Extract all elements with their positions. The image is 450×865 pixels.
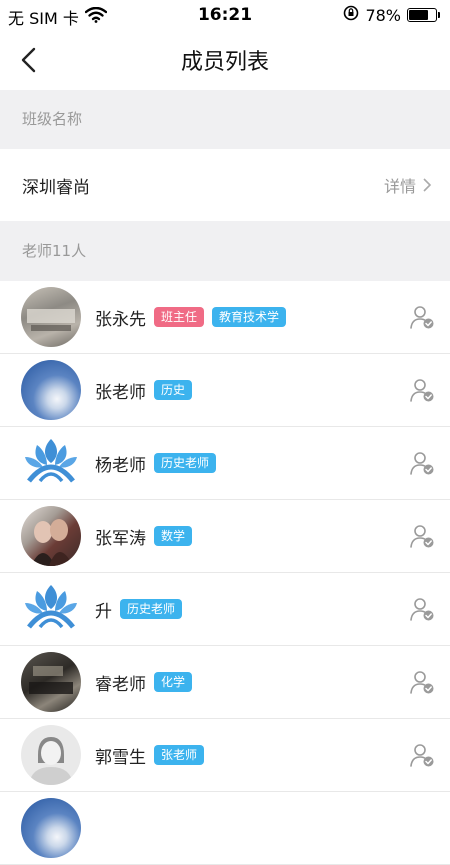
details-label: 详情 bbox=[383, 177, 416, 196]
user-check-icon[interactable] bbox=[408, 449, 436, 477]
member-row[interactable]: 郭雪生 张老师 bbox=[0, 719, 450, 792]
subject-tag: 历史 bbox=[154, 380, 193, 400]
member-row[interactable]: 张军涛 数学 bbox=[0, 500, 450, 573]
member-name: 张老师 bbox=[95, 382, 146, 403]
lotus-logo-icon bbox=[21, 579, 81, 639]
status-right: 78% bbox=[343, 5, 440, 25]
nav-bar: 成员列表 bbox=[0, 30, 450, 90]
section-header-teachers: 老师11人 bbox=[0, 221, 450, 281]
details-link[interactable]: 详情 bbox=[384, 173, 432, 197]
subject-tag: 教育技术学 bbox=[212, 307, 287, 327]
user-check-icon[interactable] bbox=[408, 595, 436, 623]
chevron-right-icon bbox=[423, 178, 432, 192]
member-row[interactable]: 张老师 历史 bbox=[0, 354, 450, 427]
avatar bbox=[21, 433, 81, 493]
subject-tag: 历史老师 bbox=[120, 599, 183, 619]
member-row[interactable]: 杨老师 历史老师 bbox=[0, 427, 450, 500]
avatar bbox=[21, 360, 81, 420]
avatar bbox=[21, 798, 81, 858]
member-row[interactable]: 睿老师 化学 bbox=[0, 646, 450, 719]
user-check-icon[interactable] bbox=[408, 376, 436, 404]
member-name: 张军涛 bbox=[95, 528, 146, 549]
role-tag: 班主任 bbox=[154, 307, 205, 327]
battery-icon bbox=[407, 8, 440, 22]
orientation-lock-icon bbox=[343, 5, 359, 25]
member-row[interactable]: 张永先 班主任 教育技术学 bbox=[0, 281, 450, 354]
member-name: 睿老师 bbox=[95, 674, 146, 695]
member-name: 杨老师 bbox=[95, 455, 146, 476]
member-name: 升 bbox=[95, 601, 112, 622]
user-check-icon[interactable] bbox=[408, 522, 436, 550]
member-name: 郭雪生 bbox=[95, 747, 146, 768]
user-check-icon[interactable] bbox=[408, 303, 436, 331]
battery-percent: 78% bbox=[365, 5, 401, 25]
subject-tag: 数学 bbox=[154, 526, 193, 546]
class-name: 深圳睿尚 bbox=[22, 177, 90, 198]
subject-tag: 张老师 bbox=[154, 745, 205, 765]
class-row[interactable]: 深圳睿尚 详情 bbox=[0, 149, 450, 221]
user-check-icon[interactable] bbox=[408, 741, 436, 769]
subject-tag: 化学 bbox=[154, 672, 193, 692]
avatar bbox=[21, 652, 81, 712]
default-avatar-icon bbox=[29, 737, 73, 785]
avatar bbox=[21, 579, 81, 639]
battery-fill bbox=[409, 10, 428, 20]
user-check-icon[interactable] bbox=[408, 668, 436, 696]
member-row[interactable] bbox=[0, 792, 450, 865]
status-bar: 无 SIM 卡 16:21 78% bbox=[0, 0, 450, 30]
member-list: 张永先 班主任 教育技术学 张老师 历史 杨老师 历史老师 张军涛 数学 升 历… bbox=[0, 281, 450, 865]
avatar bbox=[21, 506, 81, 566]
member-row[interactable]: 升 历史老师 bbox=[0, 573, 450, 646]
section-header-class: 班级名称 bbox=[0, 90, 450, 149]
page-title: 成员列表 bbox=[180, 50, 269, 75]
subject-tag: 历史老师 bbox=[154, 453, 217, 473]
lotus-logo-icon bbox=[21, 433, 81, 493]
member-name: 张永先 bbox=[95, 309, 146, 330]
avatar bbox=[21, 287, 81, 347]
avatar bbox=[21, 725, 81, 785]
